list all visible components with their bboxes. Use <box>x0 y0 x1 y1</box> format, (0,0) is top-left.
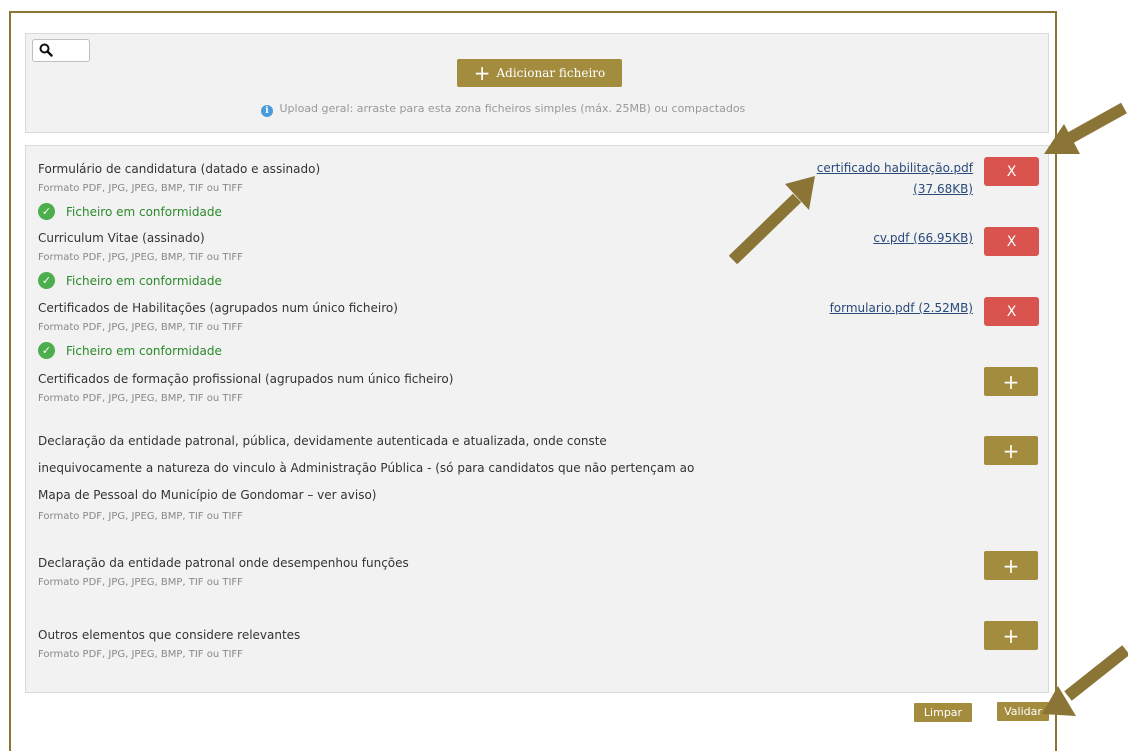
document-format: Formato PDF, JPG, JPEG, BMP, TIF ou TIFF <box>38 577 243 588</box>
add-document-button[interactable]: + <box>984 621 1038 650</box>
search-input[interactable] <box>32 39 90 62</box>
document-label-line: Declaração da entidade patronal, pública… <box>38 434 607 448</box>
add-document-button[interactable]: + <box>984 436 1038 465</box>
delete-file-button[interactable]: X <box>984 297 1039 326</box>
document-format: Formato PDF, JPG, JPEG, BMP, TIF ou TIFF <box>38 511 243 522</box>
check-circle-icon: ✓ <box>38 272 55 289</box>
clear-button[interactable]: Limpar <box>914 703 972 722</box>
document-label-line: Mapa de Pessoal do Município de Gondomar… <box>38 488 377 502</box>
add-file-label: Adicionar ficheiro <box>496 66 606 80</box>
file-link[interactable]: formulario.pdf (2.52MB) <box>830 298 973 319</box>
add-document-button[interactable]: + <box>984 367 1038 396</box>
status-text: Ficheiro em conformidade <box>66 343 222 358</box>
document-format: Formato PDF, JPG, JPEG, BMP, TIF ou TIFF <box>38 393 243 404</box>
document-label: Certificados de formação profissional (a… <box>38 372 454 386</box>
annotation-arrow-icon <box>1044 102 1127 154</box>
document-label: Certificados de Habilitações (agrupados … <box>38 301 398 315</box>
document-label: Curriculum Vitae (assinado) <box>38 231 205 245</box>
annotation-arrow-icon <box>728 176 815 265</box>
delete-file-button[interactable]: X <box>984 157 1039 186</box>
document-label: Outros elementos que considere relevante… <box>38 628 301 642</box>
add-file-button[interactable]: + Adicionar ficheiro <box>457 59 622 87</box>
status-text: Ficheiro em conformidade <box>66 204 222 219</box>
document-format: Formato PDF, JPG, JPEG, BMP, TIF ou TIFF <box>38 183 243 194</box>
annotation-arrow-icon <box>1042 645 1128 716</box>
file-name[interactable]: certificado habilitação.pdf <box>817 158 973 179</box>
upload-info-text: Upload geral: arraste para esta zona fic… <box>279 102 746 115</box>
document-format: Formato PDF, JPG, JPEG, BMP, TIF ou TIFF <box>38 322 243 333</box>
info-icon: i <box>261 105 273 117</box>
status-text: Ficheiro em conformidade <box>66 273 222 288</box>
upload-info: i Upload geral: arraste para esta zona f… <box>261 102 745 117</box>
document-label-line: inequivocamente a natureza do vinculo à … <box>38 461 695 475</box>
plus-icon: + <box>473 61 491 85</box>
status-ok: ✓ Ficheiro em conformidade <box>38 342 222 359</box>
delete-file-button[interactable]: X <box>984 227 1039 256</box>
upload-drop-zone[interactable]: + Adicionar ficheiro i Upload geral: arr… <box>25 33 1049 133</box>
check-circle-icon: ✓ <box>38 342 55 359</box>
document-format: Formato PDF, JPG, JPEG, BMP, TIF ou TIFF <box>38 252 243 263</box>
file-size[interactable]: (37.68KB) <box>817 179 973 200</box>
add-document-button[interactable]: + <box>984 551 1038 580</box>
file-link[interactable]: cv.pdf (66.95KB) <box>873 228 973 249</box>
status-ok: ✓ Ficheiro em conformidade <box>38 272 222 289</box>
document-format: Formato PDF, JPG, JPEG, BMP, TIF ou TIFF <box>38 649 243 660</box>
file-link[interactable]: certificado habilitação.pdf (37.68KB) <box>817 158 973 200</box>
check-circle-icon: ✓ <box>38 203 55 220</box>
search-icon <box>39 43 53 57</box>
status-ok: ✓ Ficheiro em conformidade <box>38 203 222 220</box>
document-label: Declaração da entidade patronal, pública… <box>38 428 694 509</box>
document-label: Declaração da entidade patronal onde des… <box>38 556 409 570</box>
document-label: Formulário de candidatura (datado e assi… <box>38 162 321 176</box>
document-list: Formulário de candidatura (datado e assi… <box>25 145 1049 693</box>
